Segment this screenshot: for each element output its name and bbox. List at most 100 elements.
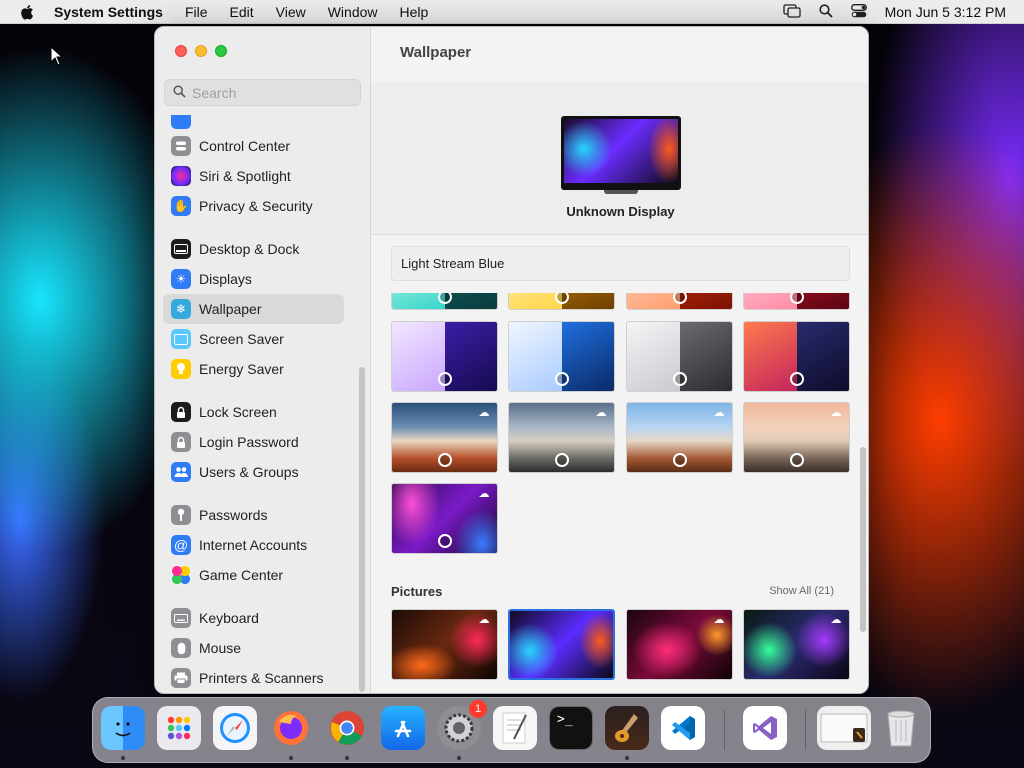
firefox-icon[interactable] — [269, 706, 313, 760]
wallpaper-thumbnail[interactable] — [626, 321, 733, 392]
trash-icon[interactable] — [879, 706, 923, 750]
sidebar-item-passwords[interactable]: Passwords — [163, 500, 363, 530]
wallpaper-thumbnail[interactable] — [391, 293, 498, 310]
dynamic-wallpaper-icon — [673, 453, 687, 467]
menu-view[interactable]: View — [276, 4, 306, 20]
search-input[interactable] — [192, 84, 352, 101]
menu-app-name[interactable]: System Settings — [54, 4, 163, 20]
picture-thumbnail[interactable]: ☁ — [743, 609, 850, 680]
snowflake-icon: ❄ — [171, 299, 191, 319]
partial-icon — [171, 115, 191, 129]
menu-window[interactable]: Window — [328, 4, 378, 20]
screen-mirroring-icon[interactable] — [782, 3, 801, 21]
sidebar-item-login-password[interactable]: Login Password — [163, 427, 363, 457]
sidebar-item-desktop-dock[interactable]: Desktop & Dock — [163, 234, 363, 264]
running-indicator — [289, 756, 293, 760]
wallpaper-thumbnail[interactable]: ☁ — [391, 483, 498, 554]
menubar-clock[interactable]: Mon Jun 5 3:12 PM — [885, 4, 1006, 20]
menu-file[interactable]: File — [185, 4, 208, 20]
sidebar-item-privacy-security[interactable]: ✋ Privacy & Security — [163, 191, 363, 221]
picture-thumbnail[interactable]: ☁ — [626, 609, 733, 680]
system-settings-icon[interactable]: 1 — [437, 700, 487, 760]
display-stand — [604, 190, 638, 194]
wallpaper-name-field[interactable]: Light Stream Blue — [391, 246, 850, 281]
dock: 1 >_ — [92, 697, 931, 763]
instruments-icon[interactable] — [605, 706, 649, 760]
sidebar-item-screen-saver[interactable]: Screen Saver — [163, 324, 363, 354]
sidebar-item-control-center[interactable]: Control Center — [163, 131, 363, 161]
sidebar-item-energy-saver[interactable]: Energy Saver — [163, 354, 363, 384]
sidebar-item-users-groups[interactable]: Users & Groups — [163, 457, 363, 487]
wallpaper-thumbnail[interactable] — [508, 321, 615, 392]
system-settings-window: Control Center Siri & Spotlight ✋ Privac… — [154, 26, 869, 694]
main-scrollbar[interactable] — [860, 447, 866, 632]
sidebar-item-label: Desktop & Dock — [199, 241, 300, 257]
dynamic-wallpaper-icon — [438, 372, 452, 386]
sidebar-search[interactable] — [164, 79, 361, 106]
sidebar-item-siri-spotlight[interactable]: Siri & Spotlight — [163, 161, 363, 191]
cloud-download-icon[interactable]: ☁ — [593, 407, 609, 419]
sidebar-item-label: Displays — [199, 271, 252, 287]
zoom-window-button[interactable] — [215, 45, 227, 57]
sidebar-scrollbar[interactable] — [359, 367, 365, 692]
dynamic-wallpaper-icon — [438, 453, 452, 467]
wallpaper-thumbnail[interactable]: ☁ — [508, 402, 615, 473]
running-indicator — [457, 756, 461, 760]
menu-edit[interactable]: Edit — [230, 4, 254, 20]
apple-menu-icon[interactable] — [18, 3, 36, 21]
sidebar-item-displays[interactable]: ☀ Displays — [163, 264, 363, 294]
cloud-download-icon[interactable]: ☁ — [476, 407, 492, 419]
mouse-icon — [171, 638, 191, 658]
wallpaper-name-label: Light Stream Blue — [401, 256, 505, 271]
spotlight-search-icon[interactable] — [818, 3, 833, 21]
sidebar-item-wallpaper[interactable]: ❄ Wallpaper — [163, 294, 344, 324]
close-window-button[interactable] — [175, 45, 187, 57]
window-controls — [175, 45, 227, 57]
wallpaper-thumbnail[interactable] — [508, 293, 615, 310]
sidebar-item-label: Login Password — [199, 434, 299, 450]
minimize-window-button[interactable] — [195, 45, 207, 57]
preview-window-icon[interactable] — [817, 706, 871, 750]
safari-icon[interactable] — [213, 706, 257, 750]
display-thumbnail[interactable] — [561, 116, 681, 190]
wallpaper-thumbnail[interactable] — [391, 321, 498, 392]
cloud-download-icon[interactable]: ☁ — [828, 407, 844, 419]
finder-icon[interactable] — [101, 706, 145, 760]
sidebar-item-game-center[interactable]: Game Center — [163, 560, 363, 590]
cloud-download-icon[interactable]: ☁ — [476, 614, 492, 626]
running-indicator — [121, 756, 125, 760]
picture-thumbnail-selected[interactable] — [508, 609, 615, 680]
control-center-icon — [171, 136, 191, 156]
launchpad-icon[interactable] — [157, 706, 201, 750]
picture-thumbnail[interactable]: ☁ — [391, 609, 498, 680]
cloud-download-icon[interactable]: ☁ — [476, 488, 492, 500]
wallpaper-thumbnail[interactable] — [626, 293, 733, 310]
terminal-icon[interactable]: >_ — [549, 706, 593, 750]
control-center-menu-icon[interactable] — [850, 3, 867, 21]
vscode-icon[interactable] — [661, 706, 705, 750]
chrome-icon[interactable] — [325, 706, 369, 760]
visual-studio-icon[interactable] — [743, 706, 787, 750]
sidebar-item-lock-screen[interactable]: Lock Screen — [163, 397, 363, 427]
sidebar-item-printers-scanners[interactable]: Printers & Scanners — [163, 663, 363, 693]
sidebar: Control Center Siri & Spotlight ✋ Privac… — [155, 27, 371, 693]
cloud-download-icon[interactable]: ☁ — [828, 614, 844, 626]
sidebar-item-label: Privacy & Security — [199, 198, 313, 214]
cloud-download-icon[interactable]: ☁ — [711, 407, 727, 419]
textedit-icon[interactable] — [493, 706, 537, 750]
wallpaper-thumbnail[interactable] — [743, 293, 850, 310]
cloud-download-icon[interactable]: ☁ — [711, 614, 727, 626]
running-indicator — [625, 756, 629, 760]
show-all-link[interactable]: Show All (21) — [769, 585, 834, 597]
menu-help[interactable]: Help — [400, 4, 429, 20]
menu-bar: System Settings File Edit View Window He… — [0, 0, 1024, 24]
wallpaper-thumbnail[interactable]: ☁ — [743, 402, 850, 473]
sidebar-item-internet-accounts[interactable]: @ Internet Accounts — [163, 530, 363, 560]
dynamic-wallpaper-icon — [555, 453, 569, 467]
wallpaper-thumbnail[interactable] — [743, 321, 850, 392]
app-store-icon[interactable] — [381, 706, 425, 750]
sidebar-item-mouse[interactable]: Mouse — [163, 633, 363, 663]
wallpaper-thumbnail[interactable]: ☁ — [626, 402, 733, 473]
wallpaper-thumbnail[interactable]: ☁ — [391, 402, 498, 473]
sidebar-item-keyboard[interactable]: Keyboard — [163, 603, 363, 633]
